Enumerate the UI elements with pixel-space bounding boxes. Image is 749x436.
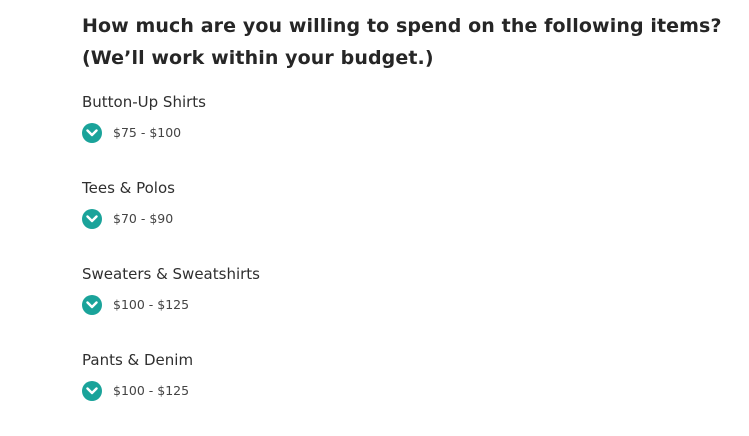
answer-value: $100 - $125 — [113, 383, 190, 398]
answer-value: $100 - $125 — [113, 297, 190, 312]
answer-value: $75 - $100 — [113, 125, 182, 140]
budget-item-pants-denim: Pants & Denim $100 - $125 — [82, 350, 732, 436]
item-title: Sweaters & Sweatshirts — [82, 265, 260, 283]
item-title: Button-Up Shirts — [82, 93, 206, 111]
check-circle-icon — [82, 381, 102, 401]
budget-item-button-up-shirts: Button-Up Shirts $75 - $100 — [82, 92, 732, 178]
selected-answer: $100 - $125 — [82, 381, 732, 401]
budget-item-tees-polos: Tees & Polos $70 - $90 — [82, 178, 732, 264]
selected-answer: $70 - $90 — [82, 209, 732, 229]
check-circle-icon — [82, 123, 102, 143]
answer-value: $70 - $90 — [113, 211, 174, 226]
item-title: Tees & Polos — [82, 179, 175, 197]
selected-answer: $75 - $100 — [82, 123, 732, 143]
question-heading: How much are you willing to spend on the… — [82, 15, 722, 69]
budget-item-sweaters-sweatshirts: Sweaters & Sweatshirts $100 - $125 — [82, 264, 732, 350]
budget-items-list: Button-Up Shirts $75 - $100 Tees & Polos… — [82, 92, 732, 436]
item-title: Pants & Denim — [82, 351, 194, 369]
check-circle-icon — [82, 295, 102, 315]
check-circle-icon — [82, 209, 102, 229]
budget-summary: How much are you willing to spend on the… — [82, 10, 732, 436]
selected-answer: $100 - $125 — [82, 295, 732, 315]
